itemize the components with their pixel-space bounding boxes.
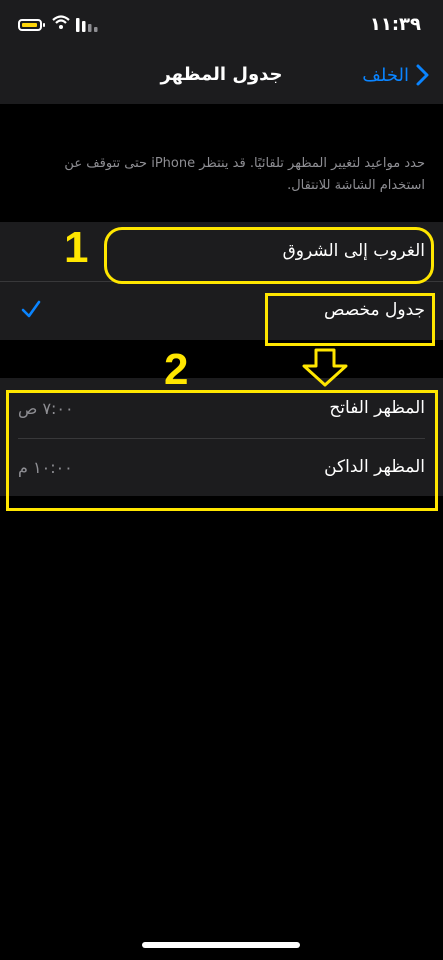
annotation-number-1: 1 [64,223,89,272]
wifi-icon [52,15,70,29]
annotation-number-2: 2 [164,345,189,394]
back-button[interactable]: الخلف [362,62,435,88]
battery-icon [18,19,45,31]
chevron-right-icon [416,64,429,86]
back-label: الخلف [362,64,409,86]
status-time: ١١:٣٩ [369,14,421,35]
cellular-signal-icon [76,18,98,32]
home-indicator[interactable] [142,942,300,948]
highlight-box-custom [265,293,435,346]
checkmark-icon [21,300,41,318]
highlight-box-sunset [104,227,434,284]
highlight-box-times [6,390,438,511]
section-description: حدد مواعيد لتغيير المظهر تلقائيًا. قد ين… [64,156,425,193]
arrow-down-icon [302,348,348,387]
